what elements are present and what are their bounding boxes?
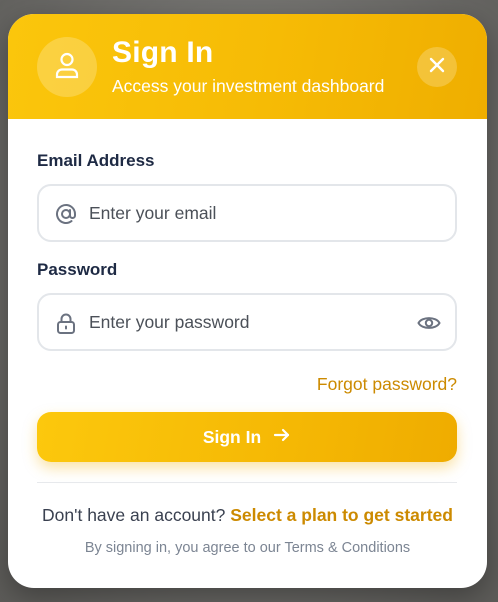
close-button[interactable] <box>417 47 457 87</box>
sign-in-modal: Sign In Access your investment dashboard… <box>8 14 487 588</box>
arrow-right-icon <box>273 427 291 448</box>
modal-title: Sign In <box>112 36 214 69</box>
forgot-password-link[interactable]: Forgot password? <box>317 374 457 395</box>
modal-subtitle: Access your investment dashboard <box>112 76 385 96</box>
sign-in-button[interactable]: Sign In <box>37 412 457 462</box>
email-input[interactable] <box>89 186 399 240</box>
close-icon <box>428 56 446 79</box>
modal-header: Sign In Access your investment dashboard <box>8 14 487 119</box>
sign-in-button-label: Sign In <box>202 426 262 447</box>
terms-text: By signing in, you agree to our Terms & … <box>84 540 411 556</box>
password-input[interactable] <box>89 295 399 349</box>
user-icon <box>54 51 80 84</box>
password-field[interactable] <box>37 293 457 351</box>
eye-icon[interactable] <box>417 312 441 334</box>
email-label: Email Address <box>37 151 155 170</box>
email-field[interactable] <box>37 184 457 242</box>
signup-prompt: Don't have an account? <box>42 505 226 525</box>
password-label: Password <box>37 260 118 279</box>
lock-icon <box>55 312 77 334</box>
avatar <box>37 37 97 97</box>
at-sign-icon <box>55 203 77 225</box>
signup-prompt-line: Don't have an account? Select a plan to … <box>8 505 487 526</box>
divider <box>37 482 457 483</box>
select-plan-link[interactable]: Select a plan to get started <box>230 505 453 525</box>
